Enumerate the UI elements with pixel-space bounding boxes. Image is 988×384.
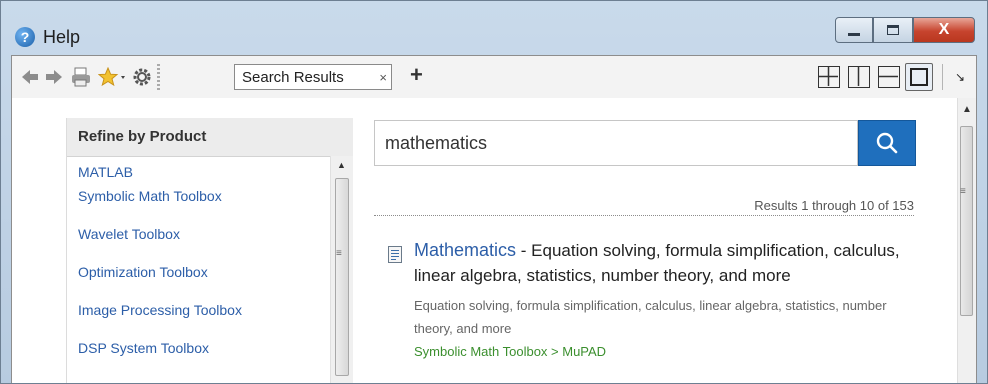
layout-vertical-split-icon[interactable] xyxy=(848,66,870,88)
product-link-dsp-system[interactable]: DSP System Toolbox xyxy=(67,340,329,378)
page-scrollbar-grip-icon: ≡ xyxy=(960,186,966,197)
page-scroll-up-arrow-icon[interactable]: ▲ xyxy=(962,104,972,115)
undock-arrow-icon[interactable]: ↘ xyxy=(950,67,970,87)
layout-horizontal-split-icon[interactable] xyxy=(878,66,900,88)
title-bar[interactable]: ? Help X xyxy=(1,1,987,55)
forward-arrow-icon[interactable] xyxy=(44,67,64,87)
search-icon xyxy=(876,132,898,154)
scrollbar-grip-icon: ≡ xyxy=(336,248,342,259)
favorites-star-icon[interactable] xyxy=(97,66,128,87)
product-link-optimization[interactable]: Optimization Toolbox xyxy=(67,264,329,302)
search-results-page: Refine by Product MATLAB Symbolic Math T… xyxy=(12,98,958,383)
layout-grid-icon[interactable] xyxy=(818,66,840,88)
results-count: Results 1 through 10 of 153 xyxy=(754,198,914,213)
minimize-button[interactable] xyxy=(835,17,873,43)
tab-close-icon[interactable]: × xyxy=(379,70,387,85)
page-scrollbar-thumb[interactable] xyxy=(960,126,973,316)
product-link-image-processing[interactable]: Image Processing Toolbox xyxy=(67,302,329,340)
result-title: Mathematics - Equation solving, formula … xyxy=(414,238,934,288)
refine-heading-label: Refine by Product xyxy=(78,128,207,145)
layout-single-icon xyxy=(910,68,928,86)
window-title: Help xyxy=(43,27,81,47)
tab-label: Search Results xyxy=(242,69,344,86)
product-list-scrollbar[interactable]: ▲ ≡ xyxy=(330,156,353,383)
layout-single-button[interactable] xyxy=(905,63,933,91)
refine-panel: Refine by Product MATLAB Symbolic Math T… xyxy=(66,118,353,383)
page-scrollbar[interactable]: ▲ ≡ xyxy=(957,98,976,383)
search-bar xyxy=(374,120,916,166)
result-description: Equation solving, formula simplification… xyxy=(414,298,887,336)
result-breadcrumb-link[interactable]: Symbolic Math Toolbox > MuPAD xyxy=(414,344,606,359)
maximize-button[interactable] xyxy=(873,17,913,43)
tab-search-results[interactable]: Search Results × xyxy=(234,64,392,90)
maximize-icon xyxy=(887,25,899,35)
product-link-symbolic-math[interactable]: Symbolic Math Toolbox xyxy=(67,188,329,226)
print-icon[interactable] xyxy=(70,67,90,87)
search-input[interactable] xyxy=(374,120,858,166)
results-divider xyxy=(374,215,914,216)
result-title-link[interactable]: Mathematics xyxy=(414,240,516,260)
back-arrow-icon[interactable] xyxy=(20,67,40,87)
toolbar-grip xyxy=(157,64,160,90)
help-app-icon: ? xyxy=(15,27,35,47)
refine-heading: Refine by Product xyxy=(67,118,353,157)
new-tab-button[interactable]: + xyxy=(410,62,423,88)
help-content: Search Results × + ↘ Refine by Product M… xyxy=(11,55,977,383)
product-link-matlab[interactable]: MATLAB xyxy=(67,156,329,188)
scroll-up-arrow-icon[interactable]: ▲ xyxy=(337,160,346,170)
product-link-wavelet[interactable]: Wavelet Toolbox xyxy=(67,226,329,264)
settings-gear-icon[interactable] xyxy=(132,67,152,87)
search-button[interactable] xyxy=(858,120,916,166)
product-list: MATLAB Symbolic Math Toolbox Wavelet Too… xyxy=(67,156,329,378)
toolbar-separator xyxy=(942,64,943,90)
scrollbar-thumb[interactable] xyxy=(335,178,349,376)
close-icon: X xyxy=(938,21,950,38)
window-controls: X xyxy=(835,17,975,45)
toolbar: Search Results × + ↘ xyxy=(12,56,976,99)
document-icon xyxy=(388,246,402,263)
close-button[interactable]: X xyxy=(913,17,975,43)
help-window: ? Help X Search Results × + ↘ Refine by … xyxy=(0,0,988,384)
minimize-icon xyxy=(848,32,860,36)
